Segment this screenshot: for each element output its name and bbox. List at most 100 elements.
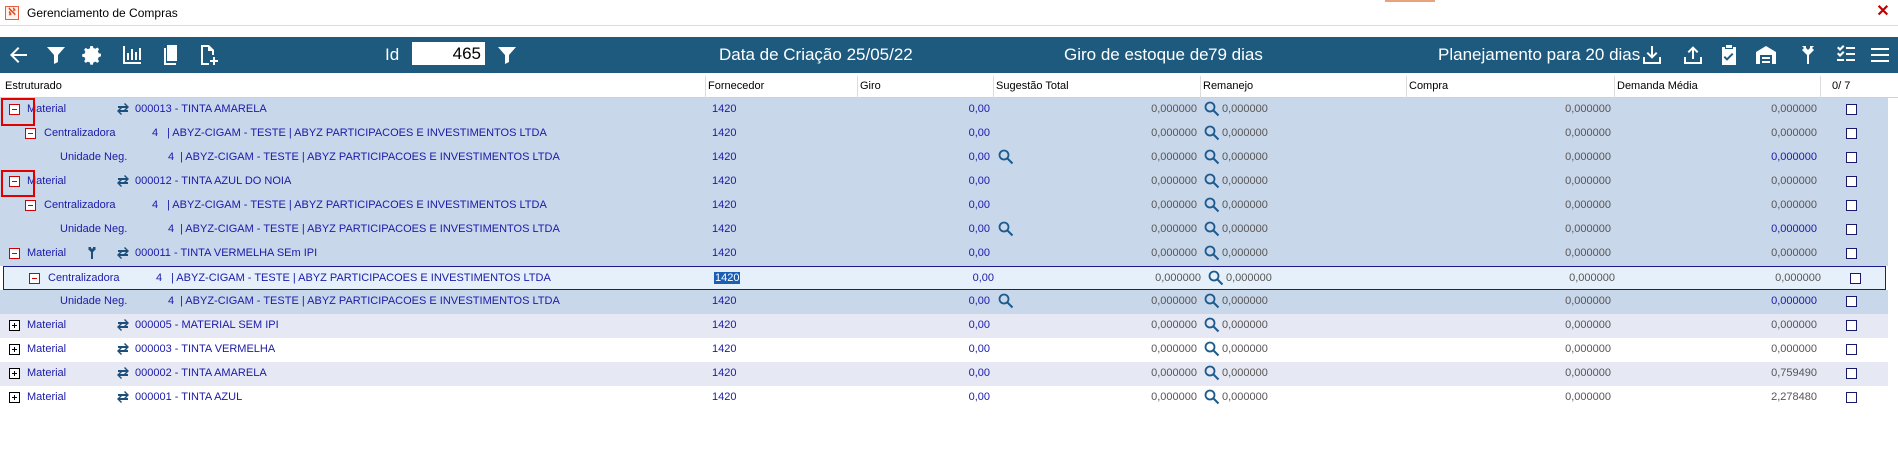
back-arrow-icon[interactable] — [4, 43, 32, 67]
new-document-icon[interactable] — [193, 43, 221, 67]
expand-toggle-icon[interactable] — [9, 320, 20, 331]
swap-arrows-icon[interactable] — [116, 390, 130, 404]
collapse-toggle-icon[interactable] — [25, 200, 36, 211]
warehouse-icon[interactable] — [1752, 43, 1780, 67]
fork-icon[interactable] — [85, 246, 99, 260]
fork-icon[interactable] — [1794, 43, 1822, 67]
table-row[interactable]: Unidade Neg. 4 | ABYZ-CIGAM - TESTE | ABYZ… — [0, 146, 1888, 170]
fornecedor-cell[interactable]: 1420 — [712, 295, 736, 307]
table-row[interactable]: Material 000002 - TINTA AMARELA 1420 0,00 0,… — [0, 362, 1888, 386]
material-code[interactable]: 000001 - TINTA AZUL — [135, 391, 242, 403]
swap-arrows-icon[interactable] — [116, 342, 130, 356]
material-code[interactable]: 000003 - TINTA VERMELHA — [135, 343, 275, 355]
remanejo-cell[interactable]: 0,000000 — [1226, 272, 1272, 284]
copy-documents-icon[interactable] — [157, 43, 185, 67]
row-checkbox[interactable] — [1846, 344, 1857, 355]
table-row[interactable]: Centralizadora 4 | ABYZ-CIGAM - TESTE | AB… — [3, 266, 1886, 290]
search-icon[interactable] — [1208, 270, 1224, 286]
material-code[interactable]: 000005 - MATERIAL SEM IPI — [135, 319, 279, 331]
clipboard-check-icon[interactable] — [1715, 43, 1743, 67]
search-icon[interactable] — [1204, 389, 1220, 405]
fornecedor-cell[interactable]: 1420 — [714, 272, 741, 284]
fornecedor-cell[interactable]: 1420 — [712, 343, 736, 355]
upload-icon[interactable] — [1679, 43, 1707, 67]
material-code[interactable]: 000012 - TINTA AZUL DO NOIA — [135, 175, 291, 187]
remanejo-cell[interactable]: 0,000000 — [1222, 367, 1268, 379]
search-icon[interactable] — [1204, 341, 1220, 357]
material-code[interactable]: 000013 - TINTA AMARELA — [135, 103, 267, 115]
remanejo-cell[interactable]: 0,000000 — [1222, 223, 1268, 235]
expand-toggle-icon[interactable] — [9, 368, 20, 379]
fornecedor-cell[interactable]: 1420 — [712, 127, 736, 139]
row-checkbox[interactable] — [1846, 296, 1857, 307]
table-row[interactable]: Unidade Neg. 4 | ABYZ-CIGAM - TESTE | ABYZ… — [0, 218, 1888, 242]
swap-arrows-icon[interactable] — [116, 102, 130, 116]
collapse-toggle-icon[interactable] — [29, 273, 40, 284]
search-icon[interactable] — [1204, 125, 1220, 141]
remanejo-cell[interactable]: 0,000000 — [1222, 127, 1268, 139]
search-icon[interactable] — [1204, 365, 1220, 381]
row-checkbox[interactable] — [1846, 104, 1857, 115]
swap-arrows-icon[interactable] — [116, 174, 130, 188]
collapse-toggle-icon[interactable] — [25, 128, 36, 139]
fornecedor-cell[interactable]: 1420 — [712, 319, 736, 331]
gear-icon[interactable] — [78, 43, 106, 67]
material-code[interactable]: 000011 - TINTA VERMELHA SEm IPI — [135, 247, 317, 259]
table-row[interactable]: Material 000005 - MATERIAL SEM IPI 1420 0,0… — [0, 314, 1888, 338]
remanejo-cell[interactable]: 0,000000 — [1222, 199, 1268, 211]
table-row[interactable]: Centralizadora 4 | ABYZ-CIGAM - TESTE | AB… — [0, 122, 1888, 146]
remanejo-cell[interactable]: 0,000000 — [1222, 175, 1268, 187]
download-icon[interactable] — [1638, 43, 1666, 67]
col-giro[interactable]: Giro — [860, 80, 881, 92]
search-icon[interactable] — [1204, 245, 1220, 261]
id-filter-icon[interactable] — [493, 43, 521, 67]
row-checkbox[interactable] — [1846, 224, 1857, 235]
swap-arrows-icon[interactable] — [116, 318, 130, 332]
material-code[interactable]: 000002 - TINTA AMARELA — [135, 367, 267, 379]
checklist-icon[interactable] — [1832, 43, 1860, 67]
table-row[interactable]: Material 000011 - TINTA VERMELHA SEm IPI 1… — [0, 242, 1888, 266]
search-icon[interactable] — [998, 293, 1014, 309]
collapse-toggle-icon[interactable] — [9, 248, 20, 259]
col-compra[interactable]: Compra — [1409, 80, 1448, 92]
row-checkbox[interactable] — [1846, 320, 1857, 331]
table-row[interactable]: Centralizadora 4 | ABYZ-CIGAM - TESTE | AB… — [0, 194, 1888, 218]
search-icon[interactable] — [1204, 317, 1220, 333]
filter-icon[interactable] — [42, 43, 70, 67]
fornecedor-cell[interactable]: 1420 — [712, 103, 736, 115]
swap-arrows-icon[interactable] — [116, 366, 130, 380]
remanejo-cell[interactable]: 0,000000 — [1222, 295, 1268, 307]
swap-arrows-icon[interactable] — [116, 246, 130, 260]
col-sugestao-total[interactable]: Sugestão Total — [996, 80, 1069, 92]
remanejo-cell[interactable]: 0,000000 — [1222, 391, 1268, 403]
search-icon[interactable] — [998, 149, 1014, 165]
search-icon[interactable] — [1204, 173, 1220, 189]
row-checkbox[interactable] — [1846, 128, 1857, 139]
col-fornecedor[interactable]: Fornecedor — [708, 80, 764, 92]
row-checkbox[interactable] — [1846, 200, 1857, 211]
row-checkbox[interactable] — [1846, 392, 1857, 403]
remanejo-cell[interactable]: 0,000000 — [1222, 319, 1268, 331]
fornecedor-cell[interactable]: 1420 — [712, 151, 736, 163]
fornecedor-cell[interactable]: 1420 — [712, 199, 736, 211]
row-checkbox[interactable] — [1846, 176, 1857, 187]
bar-chart-icon[interactable] — [118, 43, 146, 67]
fornecedor-cell[interactable]: 1420 — [712, 247, 736, 259]
table-row[interactable]: Material 000003 - TINTA VERMELHA 1420 0,00 0… — [0, 338, 1888, 362]
col-estruturado[interactable]: Estruturado — [5, 80, 62, 92]
col-remanejo[interactable]: Remanejo — [1203, 80, 1253, 92]
search-icon[interactable] — [1204, 101, 1220, 117]
row-checkbox[interactable] — [1846, 248, 1857, 259]
expand-toggle-icon[interactable] — [9, 392, 20, 403]
table-row[interactable]: Material 000012 - TINTA AZUL DO NOIA 1420 0… — [0, 170, 1888, 194]
remanejo-cell[interactable]: 0,000000 — [1222, 151, 1268, 163]
table-row[interactable]: Unidade Neg. 4 | ABYZ-CIGAM - TESTE | ABYZ… — [0, 290, 1888, 314]
fornecedor-cell[interactable]: 1420 — [712, 367, 736, 379]
remanejo-cell[interactable]: 0,000000 — [1222, 343, 1268, 355]
col-demanda-media[interactable]: Demanda Média — [1617, 80, 1698, 92]
search-icon[interactable] — [1204, 221, 1220, 237]
table-row[interactable]: Material 000001 - TINTA AZUL 1420 0,00 0,000… — [0, 386, 1888, 410]
fornecedor-cell[interactable]: 1420 — [712, 223, 736, 235]
table-row[interactable]: Material 000013 - TINTA AMARELA 1420 0,00 0,… — [0, 98, 1888, 122]
expand-toggle-icon[interactable] — [9, 344, 20, 355]
